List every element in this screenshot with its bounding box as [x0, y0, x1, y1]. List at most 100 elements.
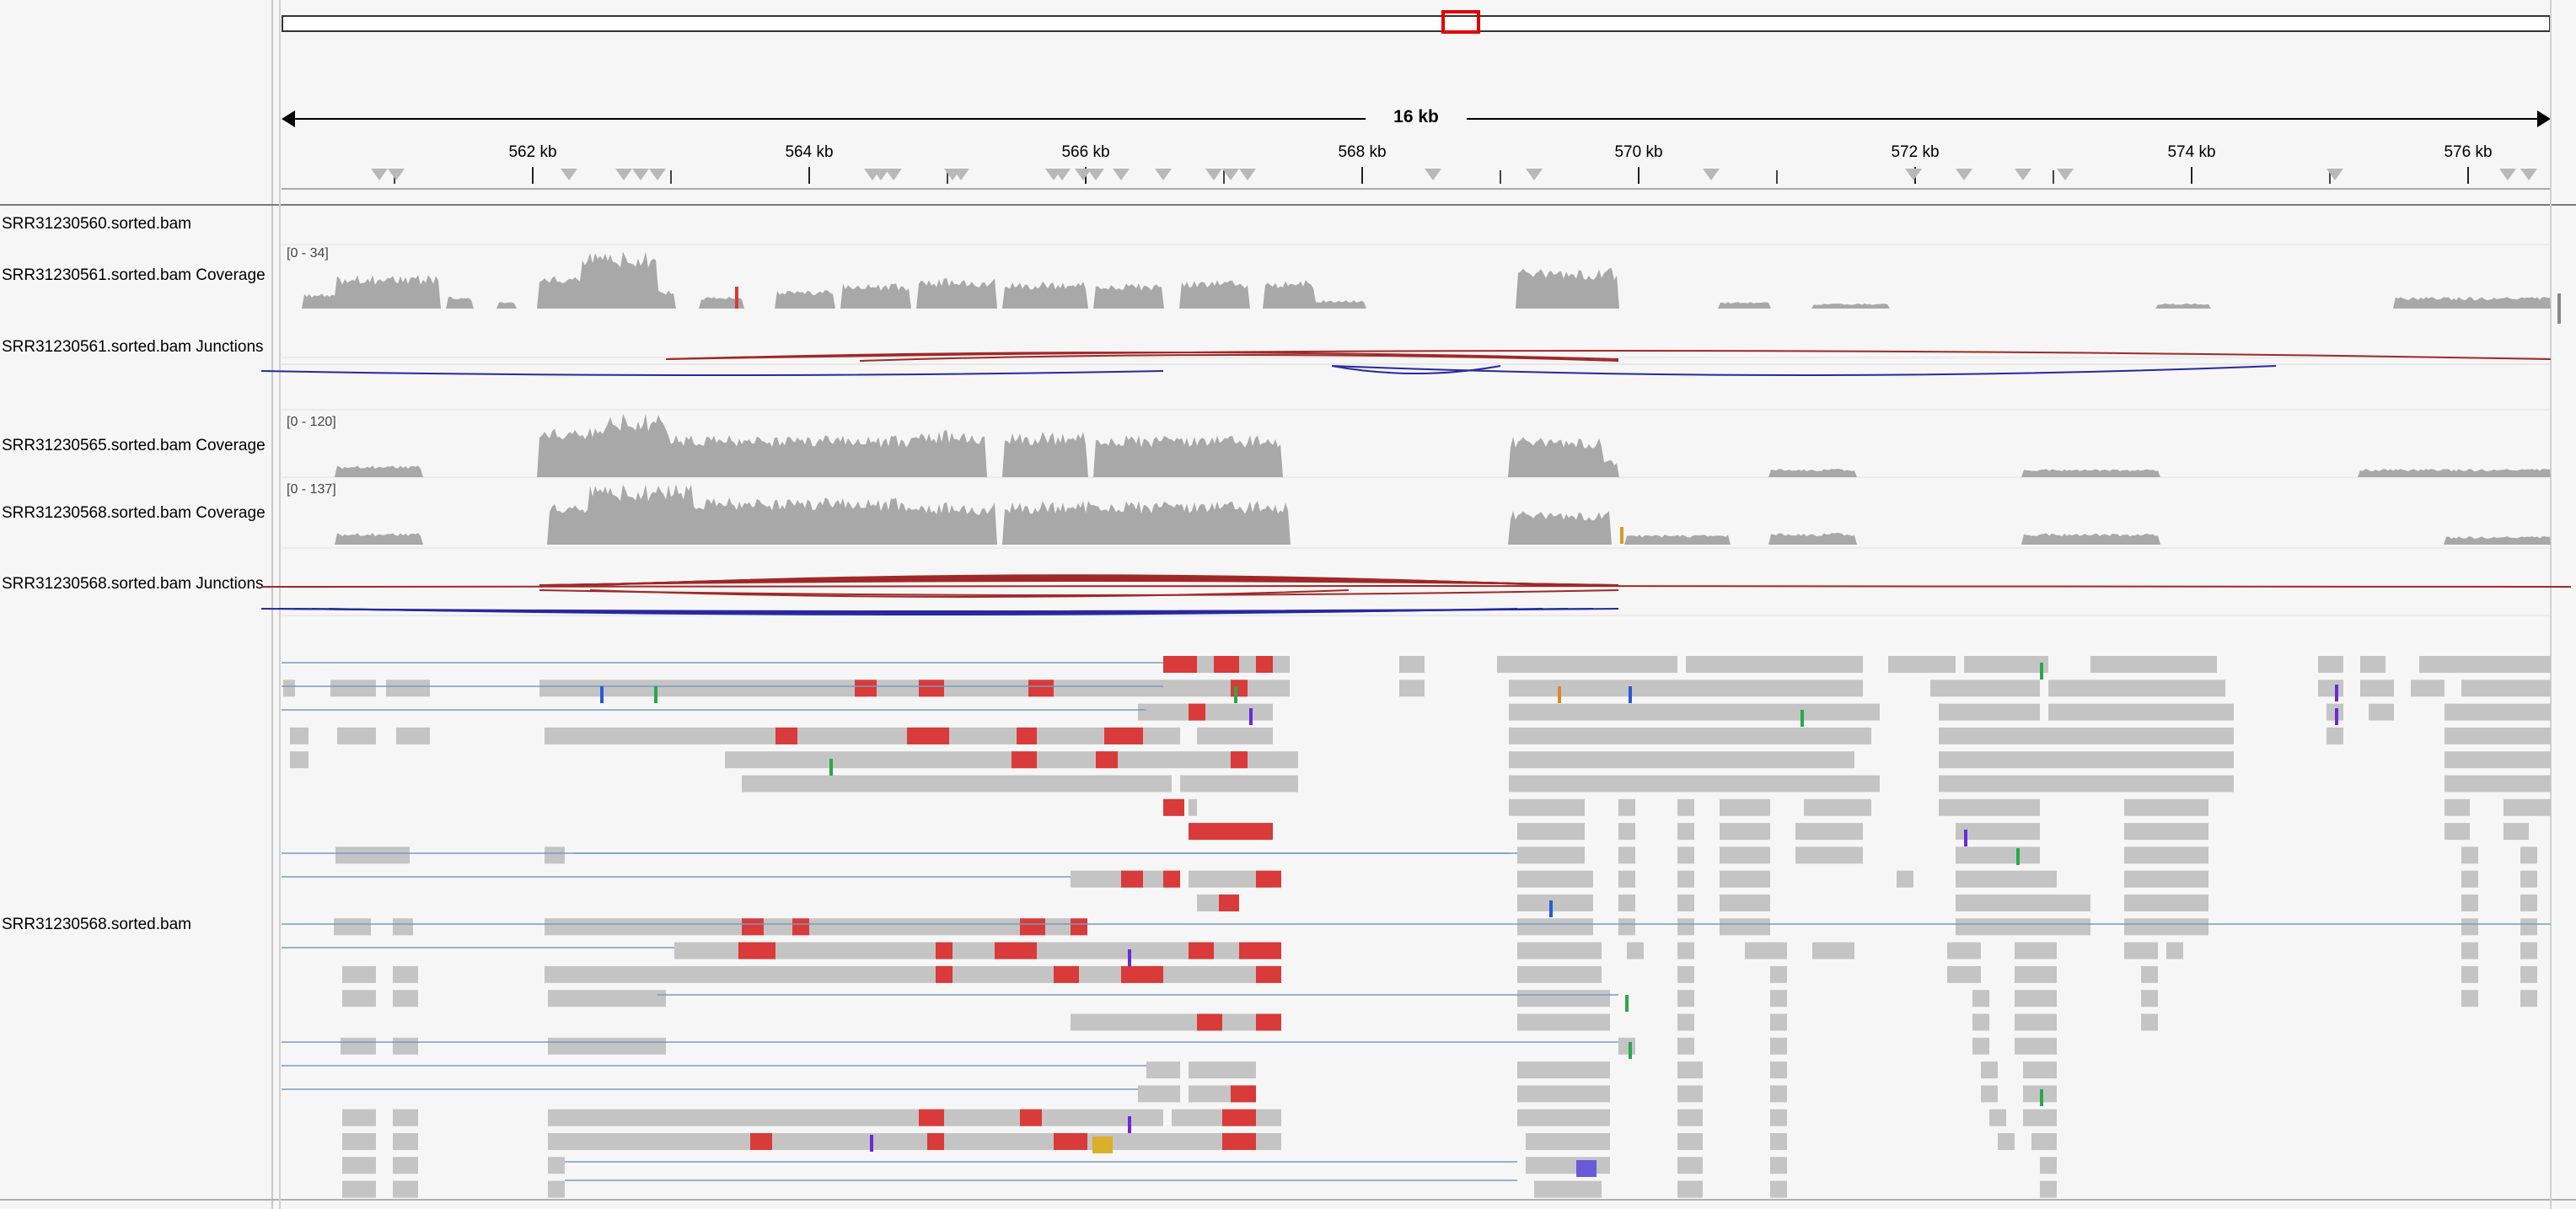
aligned-read: [1517, 1061, 1610, 1079]
mismatch-read: [1104, 727, 1143, 744]
aligned-read: [1930, 680, 2040, 697]
aligned-read: [545, 918, 1087, 936]
mismatch-read: [1017, 727, 1037, 744]
mismatch-read: [907, 727, 949, 744]
aligned-read: [393, 1157, 418, 1174]
aligned-read: [1189, 798, 1197, 816]
mismatch-read: [1231, 1085, 1256, 1103]
aligned-read: [2141, 965, 2158, 983]
aligned-read: [290, 727, 309, 744]
aligned-read: [1972, 1013, 1989, 1031]
aligned-read: [1618, 918, 1635, 936]
aligned-read: [2141, 990, 2158, 1008]
aligned-read: [2048, 703, 2234, 721]
aligned-read: [1956, 895, 2090, 911]
mismatch-read: [1071, 918, 1087, 936]
aligned-read: [396, 727, 430, 744]
aligned-read: [2461, 870, 2478, 888]
track-data-canvas[interactable]: [0, 0, 2576, 1209]
aligned-read: [2445, 703, 2551, 721]
aligned-read: [2520, 870, 2537, 888]
aligned-read: [1720, 895, 1770, 911]
aligned-read: [1888, 656, 1956, 673]
base-mismatch-tick: [654, 686, 657, 703]
aligned-read: [2090, 656, 2217, 673]
aligned-read: [2445, 775, 2551, 793]
aligned-read: [2461, 942, 2478, 959]
aligned-read: [342, 1180, 376, 1198]
aligned-read: [2445, 751, 2551, 769]
aligned-read: [2124, 798, 2208, 816]
aligned-read: [1956, 918, 2090, 936]
aligned-read: [1517, 918, 1593, 936]
aligned-read: [1138, 1085, 1180, 1103]
base-mismatch-tick: [2040, 1089, 2043, 1106]
aligned-read: [1517, 1109, 1610, 1126]
aligned-read: [1517, 965, 1602, 983]
mismatch-read: [1256, 870, 1281, 888]
base-mismatch-tick: [600, 686, 604, 703]
aligned-read: [1812, 942, 1854, 959]
aligned-read: [2520, 895, 2537, 911]
aligned-read: [1189, 1061, 1256, 1079]
feature-triangle-icon: [2499, 169, 2516, 180]
aligned-read: [2520, 846, 2537, 864]
vertical-scrollbar[interactable]: [2557, 293, 2561, 324]
aligned-read: [2023, 1061, 2057, 1079]
aligned-read: [1517, 942, 1602, 959]
mismatch-read: [775, 727, 797, 744]
aligned-read: [1677, 1109, 1703, 1126]
aligned-read: [1618, 870, 1635, 888]
feature-triangle-icon: [1905, 169, 1922, 180]
mismatch-read: [1214, 656, 1239, 673]
feature-triangle-icon: [885, 169, 902, 180]
aligned-read: [1897, 870, 1913, 888]
base-mismatch-tick: [1625, 995, 1629, 1012]
aligned-read: [1720, 846, 1770, 864]
insertion-marker-icon: [2335, 708, 2338, 725]
aligned-read: [2318, 656, 2343, 673]
aligned-read: [2040, 1180, 2057, 1198]
mismatch-read: [742, 918, 764, 936]
feature-triangle-icon: [371, 169, 388, 180]
aligned-read: [2048, 680, 2225, 697]
aligned-read: [1770, 1109, 1787, 1126]
aligned-read: [1745, 942, 1787, 959]
aligned-read: [2461, 990, 2478, 1008]
mismatch-read: [919, 680, 944, 697]
aligned-read: [1509, 727, 1871, 744]
feature-triangle-icon: [561, 169, 577, 180]
aligned-read: [335, 846, 410, 864]
aligned-read: [2141, 1013, 2158, 1031]
base-mismatch-tick: [1801, 710, 1804, 727]
aligned-read: [2520, 942, 2537, 959]
feature-triangle-icon: [649, 169, 666, 180]
aligned-read: [1677, 942, 1694, 959]
aligned-read: [545, 727, 1180, 744]
aligned-read: [1677, 1180, 1703, 1198]
aligned-read: [1627, 942, 1644, 959]
aligned-read: [1720, 918, 1770, 936]
mismatch-read: [1020, 1109, 1042, 1126]
feature-triangle-icon: [632, 169, 649, 180]
mismatch-read: [1096, 751, 1118, 769]
aligned-read: [283, 680, 295, 697]
aligned-read: [2461, 680, 2551, 697]
aligned-read: [1939, 775, 2234, 793]
aligned-read: [1517, 823, 1585, 841]
insertion-marker-icon: [1249, 708, 1253, 725]
feature-triangle-icon: [1113, 169, 1130, 180]
aligned-read: [1618, 798, 1635, 816]
aligned-read: [1770, 965, 1787, 983]
aligned-read: [393, 918, 413, 936]
aligned-read: [1509, 798, 1585, 816]
aligned-read: [2124, 823, 2208, 841]
aligned-read: [393, 1037, 418, 1055]
aligned-read: [1998, 1133, 2015, 1150]
aligned-read: [548, 990, 666, 1008]
aligned-read: [1677, 1013, 1694, 1031]
aligned-read: [2023, 1109, 2057, 1126]
insertion-marker-icon: [1128, 949, 1131, 966]
mismatch-read: [1189, 942, 1214, 959]
base-mismatch-tick: [1549, 900, 1553, 917]
